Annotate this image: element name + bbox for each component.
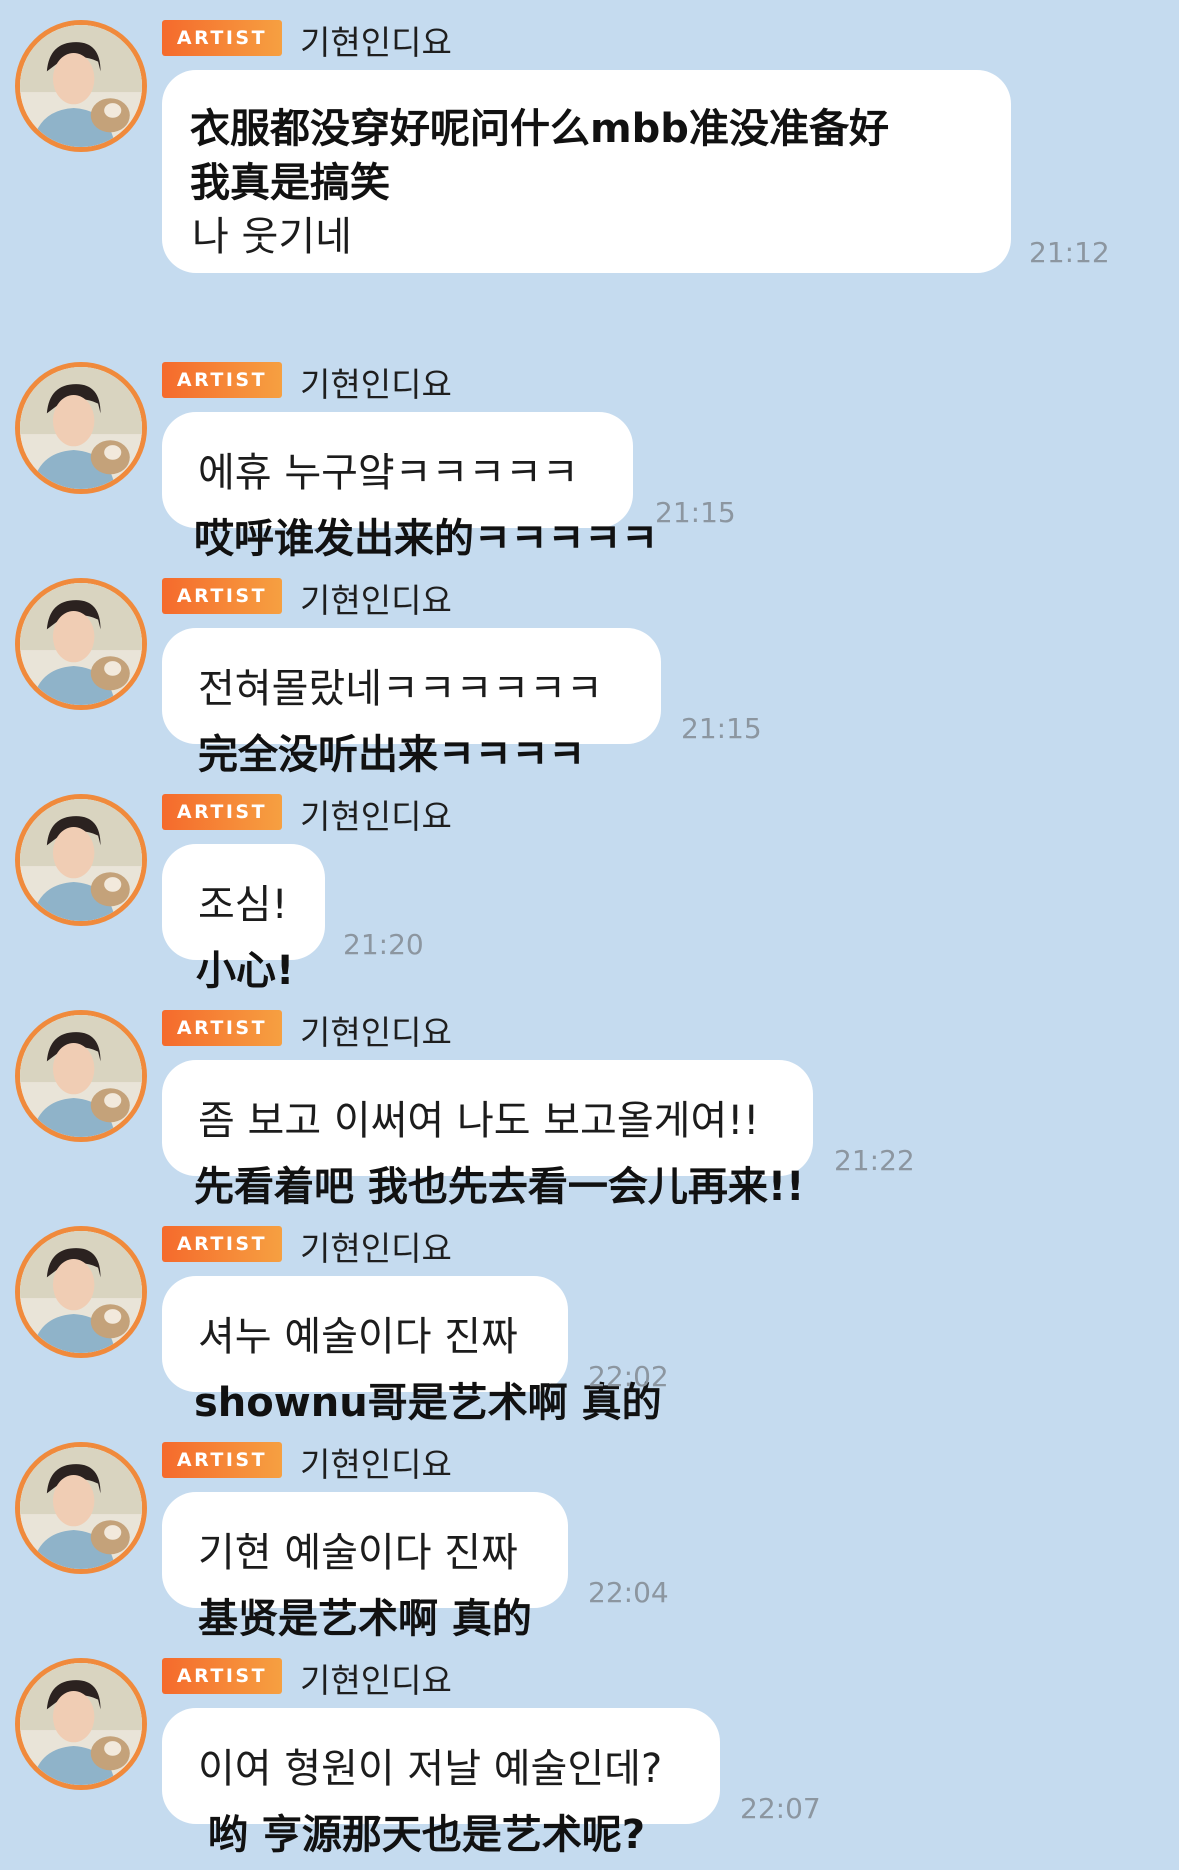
profile-photo-icon (20, 1447, 142, 1569)
message-translation: 先看着吧 我也先去看一会儿再来!! (194, 1164, 805, 1210)
profile-photo-icon (20, 1015, 142, 1137)
message-text: 나 웃기네 (192, 214, 352, 260)
avatar[interactable] (15, 20, 147, 152)
message-time: 22:02 (588, 1360, 669, 1393)
sender-name: 기현인디요 (300, 365, 452, 404)
artist-badge: ARTIST (162, 794, 282, 830)
artist-badge: ARTIST (162, 1010, 282, 1046)
message-text: 셔누 예술이다 진짜 (198, 1314, 518, 1360)
avatar[interactable] (15, 1658, 147, 1790)
avatar[interactable] (15, 1442, 147, 1574)
sender-name: 기현인디요 (300, 581, 452, 620)
profile-photo-icon (20, 1231, 142, 1353)
artist-badge: ARTIST (162, 1226, 282, 1262)
message-time: 21:12 (1029, 236, 1110, 269)
message-time: 21:15 (655, 496, 736, 529)
message-text: 에휴 누구얔ㅋㅋㅋㅋㅋ (198, 450, 579, 496)
sender-name: 기현인디요 (300, 23, 452, 62)
profile-photo-icon (20, 799, 142, 921)
sender-name: 기현인디요 (300, 797, 452, 836)
message-text: 조심! (198, 882, 288, 928)
message-time: 21:22 (834, 1144, 915, 1177)
avatar[interactable] (15, 362, 147, 494)
message-translation: 哎呼谁发出来的ㅋㅋㅋㅋㅋ (194, 516, 658, 562)
message-text: 기현 예술이다 진짜 (198, 1530, 518, 1576)
message-text: 좀 보고 이써여 나도 보고올게여!! (198, 1098, 760, 1144)
sender-name: 기현인디요 (300, 1661, 452, 1700)
message-time: 22:04 (588, 1576, 669, 1609)
message-translation: 哟 亨源那天也是艺术呢? (208, 1812, 646, 1858)
message-translation: 完全没听出来ㅋㅋㅋㅋ (198, 732, 586, 778)
artist-badge: ARTIST (162, 1442, 282, 1478)
message-text: 전혀몰랐네ㅋㅋㅋㅋㅋㅋ (198, 666, 603, 712)
sender-name: 기현인디요 (300, 1013, 452, 1052)
sender-name: 기현인디요 (300, 1229, 452, 1268)
message-time: 21:15 (681, 712, 762, 745)
artist-badge: ARTIST (162, 1658, 282, 1694)
message-translation: 基贤是艺术啊 真的 (198, 1596, 532, 1642)
profile-photo-icon (20, 1663, 142, 1785)
artist-badge: ARTIST (162, 578, 282, 614)
avatar[interactable] (15, 794, 147, 926)
avatar[interactable] (15, 1226, 147, 1358)
message-translation: 小心! (196, 948, 295, 994)
profile-photo-icon (20, 583, 142, 705)
avatar[interactable] (15, 578, 147, 710)
artist-badge: ARTIST (162, 362, 282, 398)
message-translation-line1: 衣服都没穿好呢问什么mbb准没准备好 (190, 106, 889, 152)
avatar[interactable] (15, 1010, 147, 1142)
sender-name: 기현인디요 (300, 1445, 452, 1484)
profile-photo-icon (20, 25, 142, 147)
message-time: 21:20 (343, 928, 424, 961)
artist-badge: ARTIST (162, 20, 282, 56)
message-translation-line2: 我真是搞笑 (190, 160, 390, 206)
profile-photo-icon (20, 367, 142, 489)
message-time: 22:07 (740, 1792, 821, 1825)
message-text: 이여 형원이 저날 예술인데? (198, 1746, 663, 1792)
message-bubble[interactable]: 衣服都没穿好呢问什么mbb准没准备好 我真是搞笑 나 웃기네 (162, 70, 1011, 273)
